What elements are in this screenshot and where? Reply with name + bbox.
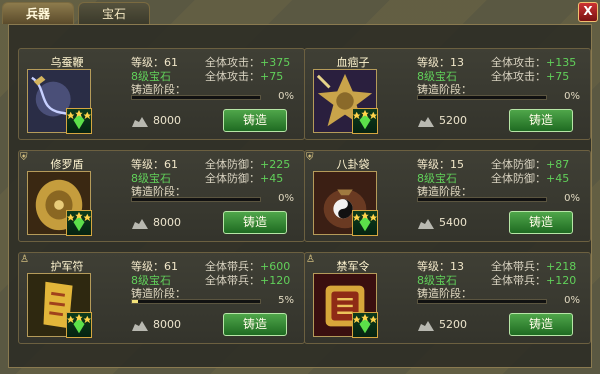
stat-2: 全体防御：+45	[205, 172, 284, 185]
weapon-name: 八卦袋	[336, 158, 370, 171]
gem-badge-icon	[352, 108, 378, 134]
tab-weapons[interactable]: 兵器	[2, 2, 74, 24]
close-button[interactable]: X	[578, 2, 598, 22]
stat-2: 全体防御：+45	[491, 172, 570, 185]
stat-2: 全体攻击：+75	[491, 70, 570, 83]
forge-cost: 5400	[439, 216, 467, 229]
gem-badge-icon	[66, 108, 92, 134]
progress-percent: 0%	[564, 295, 580, 306]
weapon-card: 护军符 ♙ 等级：61 全体带兵：+600 8级宝石 全体带兵：+120 铸造阶…	[18, 252, 305, 344]
weapon-name: 修罗盾	[50, 158, 84, 171]
ore-icon	[132, 117, 148, 127]
gem-badge-icon	[66, 312, 92, 338]
weapon-card: 修罗盾 ⛨ 等级：61 全体防御：+225 8级宝石 全体防御：+45 铸造阶段…	[18, 150, 305, 242]
forge-button[interactable]: 铸造	[223, 109, 287, 132]
forge-cost: 5200	[439, 318, 467, 331]
weapon-card: 血痼子 等级：13 全体攻击：+135 8级宝石 全体攻击：+75 铸造阶段： …	[304, 48, 591, 140]
forge-button[interactable]: 铸造	[509, 313, 573, 336]
progress-bar	[131, 299, 261, 304]
weapon-name: 禁军令	[336, 260, 370, 273]
progress-bar	[417, 299, 547, 304]
ore-icon	[132, 219, 148, 229]
forge-button[interactable]: 铸造	[223, 313, 287, 336]
tab-bar: 兵器 宝石 X	[0, 0, 600, 24]
progress-percent: 0%	[564, 193, 580, 204]
progress-bar	[417, 197, 547, 202]
shield-tag-icon: ⛨	[306, 152, 314, 163]
progress-percent: 0%	[278, 193, 294, 204]
weapon-card: 乌蚕鞭 等级：61 全体攻击：+375 8级宝石 全体攻击：+75 铸造阶段： …	[18, 48, 305, 140]
gem-badge-icon	[352, 210, 378, 236]
progress-bar	[131, 197, 261, 202]
progress-bar	[417, 95, 547, 100]
forge-button[interactable]: 铸造	[509, 109, 573, 132]
ore-icon	[132, 321, 148, 331]
forge-cost: 8000	[153, 114, 181, 127]
progress-percent: 0%	[564, 91, 580, 102]
shield-tag-icon: ⛨	[20, 152, 28, 163]
progress-bar	[131, 95, 261, 100]
weapon-card: 禁军令 ♙ 等级：13 全体带兵：+218 8级宝石 全体带兵：+120 铸造阶…	[304, 252, 591, 344]
gem-badge-icon	[352, 312, 378, 338]
weapon-name: 乌蚕鞭	[50, 56, 84, 69]
forge-cost: 8000	[153, 216, 181, 229]
progress-percent: 5%	[278, 295, 294, 306]
bell-tag-icon: ♙	[20, 254, 29, 265]
forge-button[interactable]: 铸造	[509, 211, 573, 234]
progress-fill	[132, 300, 139, 303]
stat-2: 全体带兵：+120	[491, 274, 577, 287]
ore-icon	[418, 117, 434, 127]
weapon-name: 血痼子	[336, 56, 370, 69]
stat-2: 全体攻击：+75	[205, 70, 284, 83]
gem-badge-icon	[66, 210, 92, 236]
stat-2: 全体带兵：+120	[205, 274, 291, 287]
weapon-card: 八卦袋 ⛨ 等级：15 全体防御：+87 8级宝石 全体防御：+45 铸造阶段：…	[304, 150, 591, 242]
tab-gems[interactable]: 宝石	[78, 2, 150, 24]
forge-cost: 8000	[153, 318, 181, 331]
forge-cost: 5200	[439, 114, 467, 127]
ore-icon	[418, 219, 434, 229]
progress-percent: 0%	[278, 91, 294, 102]
bell-tag-icon: ♙	[306, 254, 315, 265]
forge-button[interactable]: 铸造	[223, 211, 287, 234]
weapon-name: 护军符	[50, 260, 84, 273]
ore-icon	[418, 321, 434, 331]
